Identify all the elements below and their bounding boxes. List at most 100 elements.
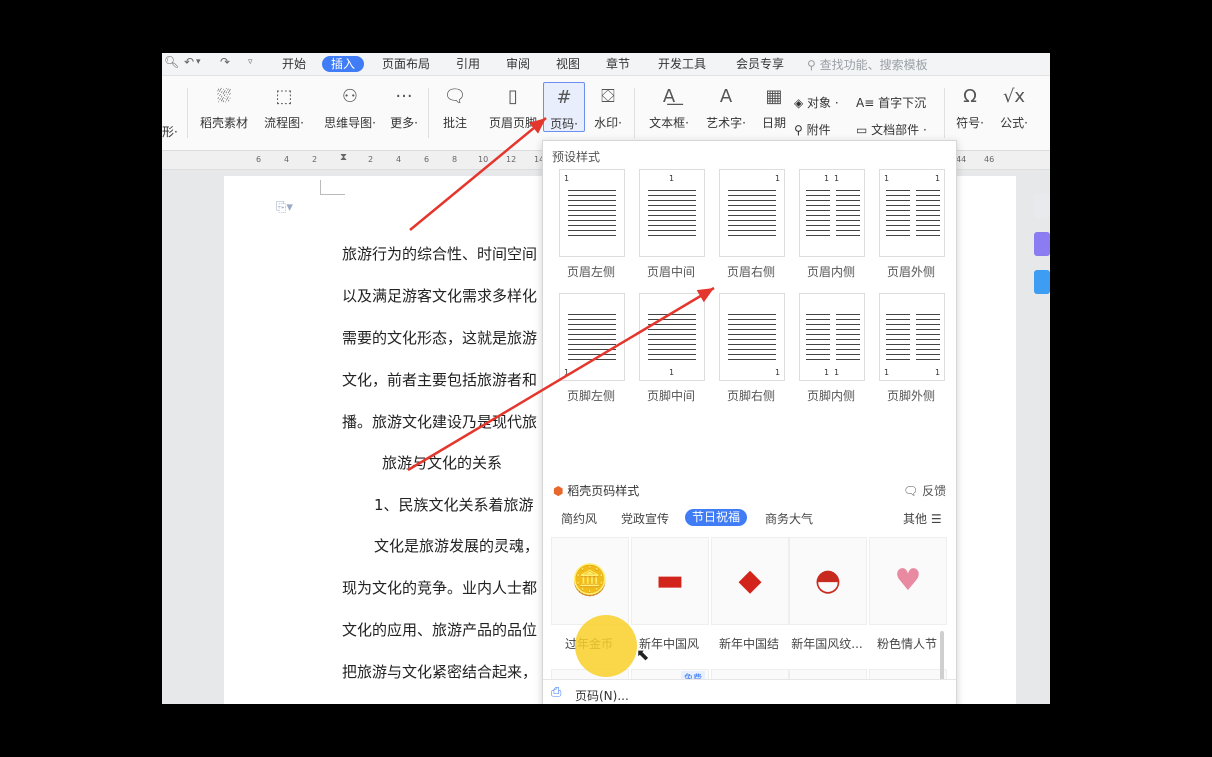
docer-material-button[interactable]: ⛆ 稻壳素材 [198, 86, 250, 131]
menu-review[interactable]: 审阅 [506, 56, 530, 72]
page-number-mark: 1 [669, 368, 675, 377]
undo-icon[interactable]: ↶ [184, 55, 194, 69]
margin-corner-mark [320, 180, 345, 195]
undo-dropdown-icon[interactable]: ▾ [196, 57, 201, 67]
docer-style-item[interactable]: ♥ 粉色情人节 [869, 537, 947, 657]
shapes-icon: ⛆ [216, 86, 232, 107]
flowchart-icon: ⬚ [275, 86, 293, 107]
ruler-tick: 2 [312, 155, 318, 164]
flowchart-button[interactable]: ⬚ 流程图· [258, 86, 310, 131]
ruler-tick: 6 [256, 155, 262, 164]
mindmap-icon: ⚇ [341, 86, 359, 107]
symbol-button[interactable]: Ω 符号· [950, 86, 990, 131]
doc-line: 文化，前者主要包括旅游者和 [342, 371, 538, 389]
tab-business[interactable]: 商务大气 [765, 510, 813, 527]
menu-view[interactable]: 视图 [556, 56, 580, 72]
ruler-tick: 12 [506, 155, 517, 164]
textbox-button[interactable]: A͟ 文本框· [644, 86, 694, 131]
preset-label: 页脚中间 [646, 389, 695, 403]
attachment-button[interactable]: ⚲ 附件 [794, 121, 831, 138]
preset-header-left[interactable]: 1 页眉左侧 [551, 169, 631, 279]
menu-dev-tools[interactable]: 开发工具 [658, 56, 706, 72]
page-number-mark: 1 [775, 368, 781, 377]
side-tool-button[interactable] [1034, 232, 1050, 256]
omega-icon: Ω [963, 86, 977, 107]
more-button[interactable]: ··· 更多· [384, 86, 424, 131]
search-icon[interactable]: 🔍︎ [164, 55, 179, 69]
ruler-tick: 10 [478, 155, 489, 164]
comment-button[interactable]: 🗨︎ 批注 [438, 86, 472, 131]
ribbon-separator [428, 88, 429, 138]
menu-bar: 🔍︎ ↶ ▾ ↷ ▿ 开始 插入 页面布局 引用 审阅 视图 章节 开发工具 会… [162, 53, 1050, 76]
menu-page-layout[interactable]: 页面布局 [382, 56, 430, 72]
paragraph-options-icon[interactable]: ⎘▾ [276, 200, 293, 215]
redo-icon[interactable]: ↷ [220, 55, 230, 69]
preset-footer-right[interactable]: 1 页脚右侧 [711, 293, 791, 403]
tab-simple[interactable]: 简约风 [561, 510, 597, 527]
docer-style-label: 粉色情人节 [876, 637, 937, 651]
preset-thumbnail: 1 [719, 293, 785, 381]
docer-style-label: 新年国风纹... [791, 637, 863, 651]
customize-icon[interactable]: ▿ [248, 57, 253, 67]
feedback-link[interactable]: 🗨︎ 反馈 [903, 482, 946, 499]
docer-style-item[interactable]: ▬ 新年中国风 [631, 537, 709, 657]
indent-marker-icon[interactable]: ⧗ [340, 152, 347, 163]
ruler-tick: 46 [984, 155, 995, 164]
wordart-button[interactable]: A 艺术字· [700, 86, 752, 131]
mindmap-button[interactable]: ⚇ 思维导图· [318, 86, 382, 131]
page-number-mark: 1 [834, 174, 840, 183]
preset-thumbnail: 1 [559, 169, 625, 257]
docer-style-item[interactable]: ◆ 新年中国结 [711, 537, 789, 657]
date-button[interactable]: ▦ 日期 [758, 86, 790, 131]
preset-header-inner[interactable]: 1 1 页眉内侧 [791, 169, 871, 279]
page-number-mark: 1 [824, 368, 830, 377]
menu-chapter[interactable]: 章节 [606, 56, 630, 72]
doc-heading: 旅游与文化的关系 [382, 454, 503, 472]
page-number-settings-icon: ⎙ [551, 685, 562, 700]
page-number-button[interactable]: # 页码· [543, 82, 585, 132]
preset-footer-center[interactable]: 1 页脚中间 [631, 293, 711, 403]
preset-header-center[interactable]: 1 页眉中间 [631, 169, 711, 279]
side-tool-button[interactable] [1034, 270, 1050, 294]
red-pattern-icon: ◓ [789, 537, 867, 625]
menu-references[interactable]: 引用 [456, 56, 480, 72]
wps-writer-window: 🔍︎ ↶ ▾ ↷ ▿ 开始 插入 页面布局 引用 审阅 视图 章节 开发工具 会… [162, 53, 1050, 704]
object-button[interactable]: ◈ 对象 · [794, 94, 839, 111]
preset-header-right[interactable]: 1 页眉右侧 [711, 169, 791, 279]
preset-footer-outer[interactable]: 1 1 页脚外侧 [871, 293, 951, 403]
preset-header-outer[interactable]: 1 1 页眉外侧 [871, 169, 951, 279]
docer-section-title: ⬢ 稻壳页码样式 [553, 484, 640, 498]
formula-button[interactable]: √x 公式· [994, 86, 1034, 131]
preset-thumbnail: 1 [719, 169, 785, 257]
chinese-knot-icon: ◆ [711, 537, 789, 625]
function-search-input[interactable]: ⚲ 查找功能、搜索模板 [807, 56, 928, 73]
tab-other[interactable]: 其他 ☰ [903, 510, 942, 527]
cut-off-label[interactable]: 形· [162, 123, 178, 140]
preset-thumbnail: 1 [559, 293, 625, 381]
side-tool-button[interactable] [1034, 194, 1050, 218]
mouse-pointer-icon: ⬉ [636, 645, 650, 664]
pink-heart-icon: ♥ [869, 537, 947, 625]
drop-cap-button[interactable]: A≡ 首字下沉 [856, 94, 926, 111]
preset-label: 页脚内侧 [806, 389, 855, 403]
preset-label: 页脚外侧 [886, 389, 935, 403]
header-footer-button[interactable]: ▯ 页眉页脚 [484, 86, 542, 131]
docer-style-item[interactable]: ◓ 新年国风纹... [789, 537, 867, 657]
red-banner-icon: ▬ [631, 537, 709, 625]
tab-festival[interactable]: 节日祝福 [685, 509, 748, 526]
comment-icon: 🗨︎ [443, 86, 467, 107]
tab-party-gov[interactable]: 党政宣传 [621, 510, 669, 527]
doc-line: 以及满足游客文化需求多样化 [342, 287, 538, 305]
preset-footer-left[interactable]: 1 页脚左侧 [551, 293, 631, 403]
preset-footer-inner[interactable]: 1 1 页脚内侧 [791, 293, 871, 403]
watermark-button[interactable]: ⛋ 水印· [588, 86, 628, 131]
ribbon-separator [634, 88, 635, 138]
drop-cap-icon: A≡ [856, 96, 879, 110]
menu-insert[interactable]: 插入 [322, 56, 365, 72]
doc-parts-button[interactable]: ▭ 文档部件 · [856, 121, 927, 138]
ruler-tick: 4 [396, 155, 402, 164]
menu-member[interactable]: 会员专享 [736, 56, 784, 72]
doc-line: 旅游行为的综合性、时间空间 [342, 245, 538, 263]
page-number-more-item[interactable]: ⎙ 页码(N)... [543, 679, 956, 704]
menu-start[interactable]: 开始 [282, 56, 306, 72]
